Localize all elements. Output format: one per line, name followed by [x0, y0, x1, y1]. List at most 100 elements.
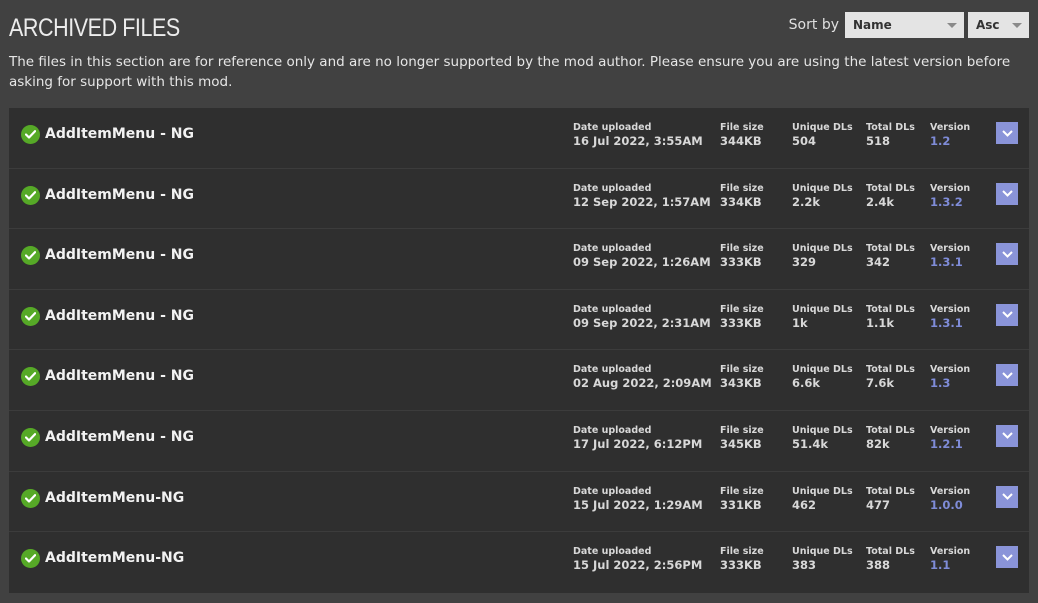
meta-date: Date uploaded 02 Aug 2022, 2:09AM [573, 364, 712, 391]
meta-total-dls: Total DLs 1.1k [866, 304, 915, 331]
date-label: Date uploaded [573, 182, 652, 194]
sort-controls: Sort by Name Asc [789, 12, 1029, 38]
check-circle-icon [21, 367, 40, 387]
date-value: 09 Sep 2022, 1:26AM [573, 255, 711, 270]
total-dls-value: 1.1k [866, 315, 895, 330]
date-value: 15 Jul 2022, 1:29AM [573, 497, 703, 512]
version-link[interactable]: 1.3.1 [930, 255, 970, 270]
file-name: AddItemMenu - NG [45, 126, 194, 142]
chevron-down-icon [1001, 190, 1013, 198]
size-label: File size [720, 122, 764, 133]
file-row: AddItemMenu-NG Date uploaded 15 Jul 2022, … [9, 472, 1029, 533]
meta-size: File size 345KB [720, 425, 764, 452]
expand-button[interactable] [996, 243, 1018, 266]
meta-size: File size 333KB [720, 243, 764, 270]
file-row: AddItemMenu - NG Date uploaded 17 Jul 2022… [9, 411, 1029, 472]
archive-notice: The files in this section are for refere… [9, 54, 1011, 90]
unique-dls-value: 51.4k [792, 436, 829, 451]
version-link[interactable]: 1.1 [930, 558, 970, 573]
file-name: AddItemMenu - NG [45, 186, 194, 203]
meta-version: Version 1.1 [930, 546, 970, 573]
total-dls-label: Total DLs [866, 364, 915, 376]
file-name: AddItemMenu-NG [45, 489, 185, 506]
sort-field-select[interactable]: Name [845, 12, 964, 38]
archived-file-list: AddItemMenu - NG Date uploaded 16 Jul 2022… [9, 108, 1029, 593]
date-label: Date uploaded [573, 243, 652, 255]
expand-button[interactable] [996, 122, 1018, 144]
chevron-down-icon [1001, 493, 1013, 500]
file-row: AddItemMenu - NG Date uploaded 16 Jul 2022… [9, 108, 1029, 169]
meta-version: Version 1.3 [930, 364, 970, 391]
file-row: AddItemMenu - NG Date uploaded 12 Sep 2022… [9, 169, 1029, 230]
total-dls-value: 7.6k [866, 376, 895, 391]
file-name: AddItemMenu - NG [45, 368, 194, 385]
file-name: AddItemMenu-NG [45, 550, 185, 567]
total-dls-label: Total DLs [866, 182, 915, 194]
total-dls-label: Total DLs [866, 546, 915, 558]
chevron-down-icon [1001, 372, 1013, 379]
version-link[interactable]: 1.3 [930, 376, 970, 391]
date-value: 02 Aug 2022, 2:09AM [573, 376, 712, 391]
chevron-down-icon [1001, 311, 1013, 319]
total-dls-value: 477 [866, 497, 891, 512]
total-dls-label: Total DLs [866, 485, 915, 497]
page-title: ARCHIVED FILES [9, 14, 180, 42]
expand-button[interactable] [996, 485, 1018, 508]
size-label: File size [720, 243, 764, 255]
meta-total-dls: Total DLs 518 [866, 122, 915, 149]
sort-direction-select[interactable]: Asc [968, 12, 1029, 38]
total-dls-label: Total DLs [866, 122, 915, 133]
meta-date: Date uploaded 17 Jul 2022, 6:12PM [573, 425, 702, 452]
expand-button[interactable] [996, 182, 1018, 205]
unique-dls-value: 329 [792, 255, 817, 270]
total-dls-label: Total DLs [866, 424, 915, 436]
check-circle-icon [21, 185, 40, 205]
meta-total-dls: Total DLs 342 [866, 243, 915, 270]
total-dls-value: 518 [866, 134, 891, 148]
unique-dls-value: 6.6k [792, 376, 821, 391]
date-label: Date uploaded [573, 546, 652, 558]
version-link[interactable]: 1.2 [930, 134, 970, 149]
date-label: Date uploaded [573, 122, 652, 133]
version-link[interactable]: 1.3.2 [930, 195, 970, 210]
file-name: AddItemMenu - NG [45, 307, 194, 324]
meta-size: File size 343KB [720, 364, 764, 391]
chevron-down-icon [1001, 129, 1013, 137]
version-label: Version [930, 485, 971, 497]
unique-dls-label: Unique DLs [792, 546, 853, 558]
file-row: AddItemMenu - NG Date uploaded 02 Aug 2022… [9, 350, 1029, 411]
expand-button[interactable] [996, 424, 1018, 447]
unique-dls-label: Unique DLs [792, 485, 853, 497]
check-circle-icon [21, 125, 40, 144]
version-link[interactable]: 1.3.1 [930, 316, 970, 331]
unique-dls-value: 383 [792, 558, 817, 573]
version-link[interactable]: 1.2.1 [930, 437, 970, 452]
size-value: 334KB [720, 194, 762, 209]
chevron-down-icon [1001, 250, 1013, 258]
meta-unique-dls: Unique DLs 2.2k [792, 183, 853, 210]
meta-total-dls: Total DLs 477 [866, 486, 915, 513]
total-dls-label: Total DLs [866, 303, 915, 315]
meta-date: Date uploaded 15 Jul 2022, 2:56PM [573, 546, 702, 573]
version-link[interactable]: 1.0.0 [930, 498, 970, 513]
caret-down-icon [1012, 23, 1022, 28]
expand-button[interactable] [996, 364, 1018, 387]
sort-field-value: Name [853, 18, 892, 32]
meta-date: Date uploaded 15 Jul 2022, 1:29AM [573, 486, 703, 513]
expand-button[interactable] [996, 546, 1018, 569]
date-label: Date uploaded [573, 364, 652, 376]
size-value: 333KB [720, 315, 762, 330]
file-name: AddItemMenu - NG [45, 428, 194, 445]
size-value: 343KB [720, 376, 762, 391]
expand-button[interactable] [996, 303, 1018, 326]
file-name: AddItemMenu - NG [45, 247, 194, 264]
size-value: 345KB [720, 436, 762, 451]
sort-direction-value: Asc [976, 18, 1000, 32]
caret-down-icon [947, 23, 957, 28]
unique-dls-value: 1k [792, 315, 808, 330]
chevron-down-icon [1001, 432, 1013, 440]
date-label: Date uploaded [573, 424, 652, 436]
unique-dls-label: Unique DLs [792, 303, 853, 315]
file-row: AddItemMenu - NG Date uploaded 09 Sep 2022… [9, 290, 1029, 351]
total-dls-value: 388 [866, 558, 891, 573]
